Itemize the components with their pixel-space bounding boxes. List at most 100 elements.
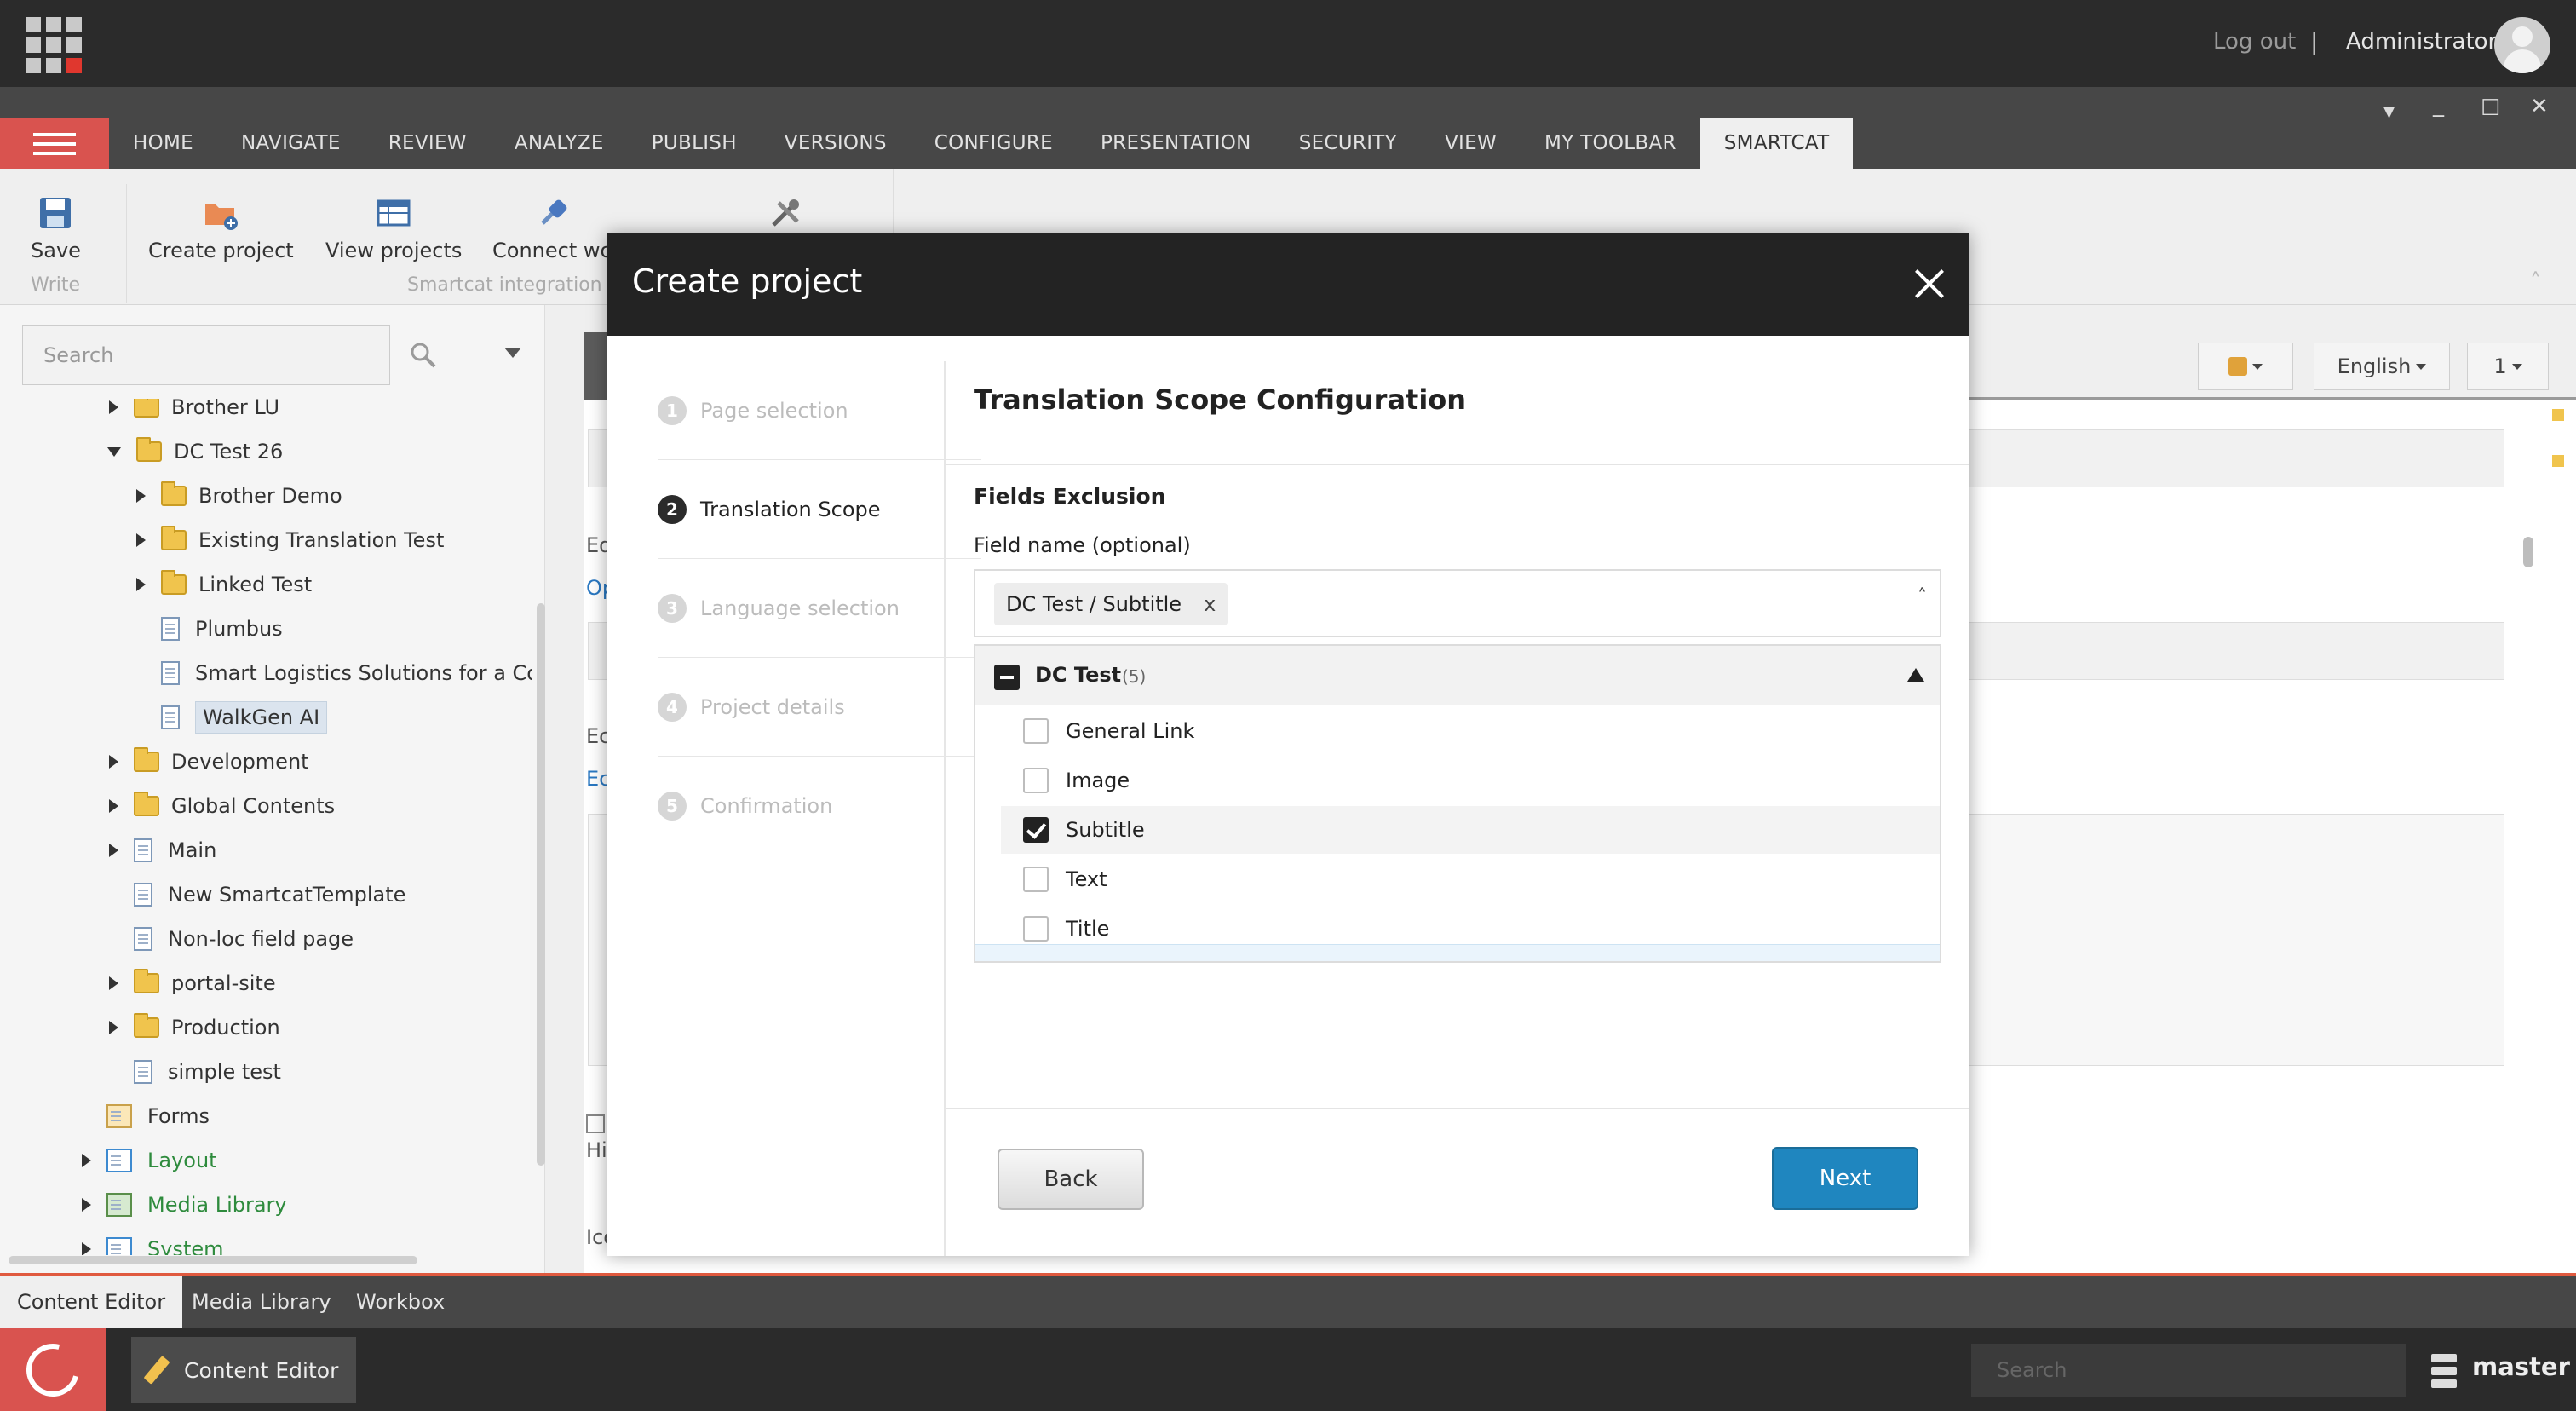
step-project-details[interactable]: 4 Project details (658, 658, 981, 757)
validation-marker[interactable] (2552, 409, 2564, 421)
global-search-input[interactable]: Search (1971, 1344, 2406, 1397)
tools-icon (767, 194, 804, 232)
dropdown-arrow-icon[interactable]: ▾ (2383, 99, 2395, 124)
field-name-label: Field name (optional) (974, 533, 1191, 557)
search-options-dropdown-icon[interactable] (504, 348, 521, 358)
checkbox-checked[interactable] (1023, 817, 1049, 843)
create-project-button[interactable]: Create project (148, 194, 294, 262)
language-selector[interactable]: English (2314, 343, 2450, 390)
tree-item[interactable]: Smart Logistics Solutions for a Con (136, 653, 532, 694)
close-icon[interactable] (1907, 262, 1952, 306)
ribbon-divider (126, 184, 127, 303)
version-options-button[interactable] (2198, 343, 2293, 390)
plug-icon (534, 194, 572, 232)
tree-item[interactable]: Non-loc field page (109, 919, 354, 959)
option-text[interactable]: Text (1001, 855, 1940, 903)
tab-home[interactable]: HOME (109, 118, 217, 169)
back-button[interactable]: Back (998, 1149, 1144, 1210)
collapse-group-checkbox[interactable] (994, 665, 1020, 690)
app-launcher-icon[interactable] (26, 17, 82, 73)
checkbox[interactable] (1023, 768, 1049, 793)
tab-view[interactable]: VIEW (1421, 118, 1521, 169)
tree-item[interactable]: Global Contents (109, 786, 335, 826)
content-editor-task[interactable]: Content Editor (131, 1337, 356, 1403)
tab-security[interactable]: SECURITY (1275, 118, 1421, 169)
tab-media-library[interactable]: Media Library (175, 1276, 348, 1328)
chevron-up-icon[interactable]: ˄ (1918, 586, 1927, 608)
database-name[interactable]: master (2472, 1352, 2570, 1381)
sitecore-logo-icon[interactable] (0, 1328, 106, 1411)
tree-item[interactable]: Forms (82, 1096, 210, 1137)
tree-search-input[interactable]: Search (22, 325, 390, 385)
tree-item[interactable]: Brother Demo (136, 475, 342, 516)
tree-item[interactable]: Layout (82, 1140, 217, 1181)
option-subtitle[interactable]: Subtitle (1001, 806, 1940, 854)
tree-item[interactable]: New SmartcatTemplate (109, 874, 405, 915)
tree-vertical-scrollbar[interactable] (537, 603, 545, 1166)
checkbox[interactable] (1023, 916, 1049, 942)
view-projects-button[interactable]: View projects (325, 194, 462, 262)
page-icon (161, 661, 180, 685)
tree-item[interactable]: Media Library (82, 1184, 287, 1225)
hamburger-menu-icon[interactable] (0, 118, 109, 169)
tab-navigate[interactable]: NAVIGATE (217, 118, 365, 169)
version-selector[interactable]: 1 (2467, 343, 2549, 390)
field-name-select[interactable]: DC Test / Subtitle x ˄ (974, 569, 1941, 637)
field-checkbox[interactable] (586, 1114, 605, 1133)
tree-item[interactable]: Existing Translation Test (136, 520, 444, 561)
next-button[interactable]: Next (1772, 1147, 1918, 1210)
tab-configure[interactable]: CONFIGURE (911, 118, 1077, 169)
user-name[interactable]: Administrator (2346, 29, 2497, 55)
tree-item[interactable]: portal-site (109, 963, 276, 1004)
tab-workbox[interactable]: Workbox (339, 1276, 462, 1328)
tree-item[interactable]: simple test (109, 1051, 281, 1092)
option-image[interactable]: Image (1001, 757, 1940, 804)
step-language-selection[interactable]: 3 Language selection (658, 559, 981, 658)
minimize-icon[interactable]: _ (2433, 92, 2444, 118)
content-scrollbar[interactable] (2523, 537, 2533, 567)
close-window-icon[interactable]: ✕ (2530, 94, 2549, 119)
tree-item[interactable]: Brother LU (109, 399, 279, 428)
tab-presentation[interactable]: PRESENTATION (1077, 118, 1275, 169)
connect-button[interactable]: Connect wo (492, 194, 612, 262)
tree-item[interactable]: DC Test 26 (107, 431, 283, 472)
tab-versions[interactable]: VERSIONS (761, 118, 911, 169)
step-page-selection[interactable]: 1 Page selection (658, 361, 981, 460)
tab-content-editor[interactable]: Content Editor (0, 1276, 183, 1328)
search-icon[interactable] (409, 341, 438, 373)
tree-item[interactable]: Development (109, 741, 309, 782)
avatar-icon[interactable] (2494, 17, 2550, 73)
tree-item[interactable]: Main (109, 830, 216, 871)
step-confirmation[interactable]: 5 Confirmation (658, 757, 981, 855)
dialog-header: Create project (607, 233, 1969, 336)
tree-item[interactable]: Plumbus (136, 608, 283, 649)
tab-analyze[interactable]: ANALYZE (491, 118, 628, 169)
option-general-link[interactable]: General Link (1001, 707, 1940, 755)
tree-horizontal-scrollbar[interactable] (9, 1256, 417, 1264)
remove-chip-icon[interactable]: x (1204, 592, 1216, 616)
tab-review[interactable]: REVIEW (365, 118, 491, 169)
tree-item[interactable]: Production (109, 1007, 280, 1048)
tree-item-selected[interactable]: WalkGen AI (136, 697, 328, 738)
tab-publish[interactable]: PUBLISH (628, 118, 761, 169)
checkbox[interactable] (1023, 718, 1049, 744)
triangle-up-icon[interactable] (1907, 668, 1924, 682)
tree-item[interactable]: Linked Test (136, 564, 312, 605)
logout-link[interactable]: Log out (2213, 29, 2296, 55)
validation-marker[interactable] (2552, 455, 2564, 467)
tools-button[interactable] (767, 194, 804, 239)
step-translation-scope[interactable]: 2 Translation Scope (658, 460, 981, 559)
tab-my-toolbar[interactable]: MY TOOLBAR (1521, 118, 1700, 169)
checkbox[interactable] (1023, 867, 1049, 892)
folder-icon (134, 747, 159, 772)
tree-item[interactable]: System (82, 1229, 224, 1255)
folder-icon (134, 399, 159, 418)
save-button[interactable]: Save (31, 194, 81, 262)
system-icon (106, 1237, 132, 1255)
tab-smartcat[interactable]: SMARTCAT (1699, 118, 1854, 169)
option-group-header[interactable]: DC Test (5) (975, 646, 1940, 706)
page-icon (134, 1060, 152, 1084)
maximize-icon[interactable]: ☐ (2481, 95, 2500, 121)
collapse-ribbon-icon[interactable]: ˄ (2530, 269, 2541, 295)
editor-tab[interactable] (584, 332, 609, 400)
